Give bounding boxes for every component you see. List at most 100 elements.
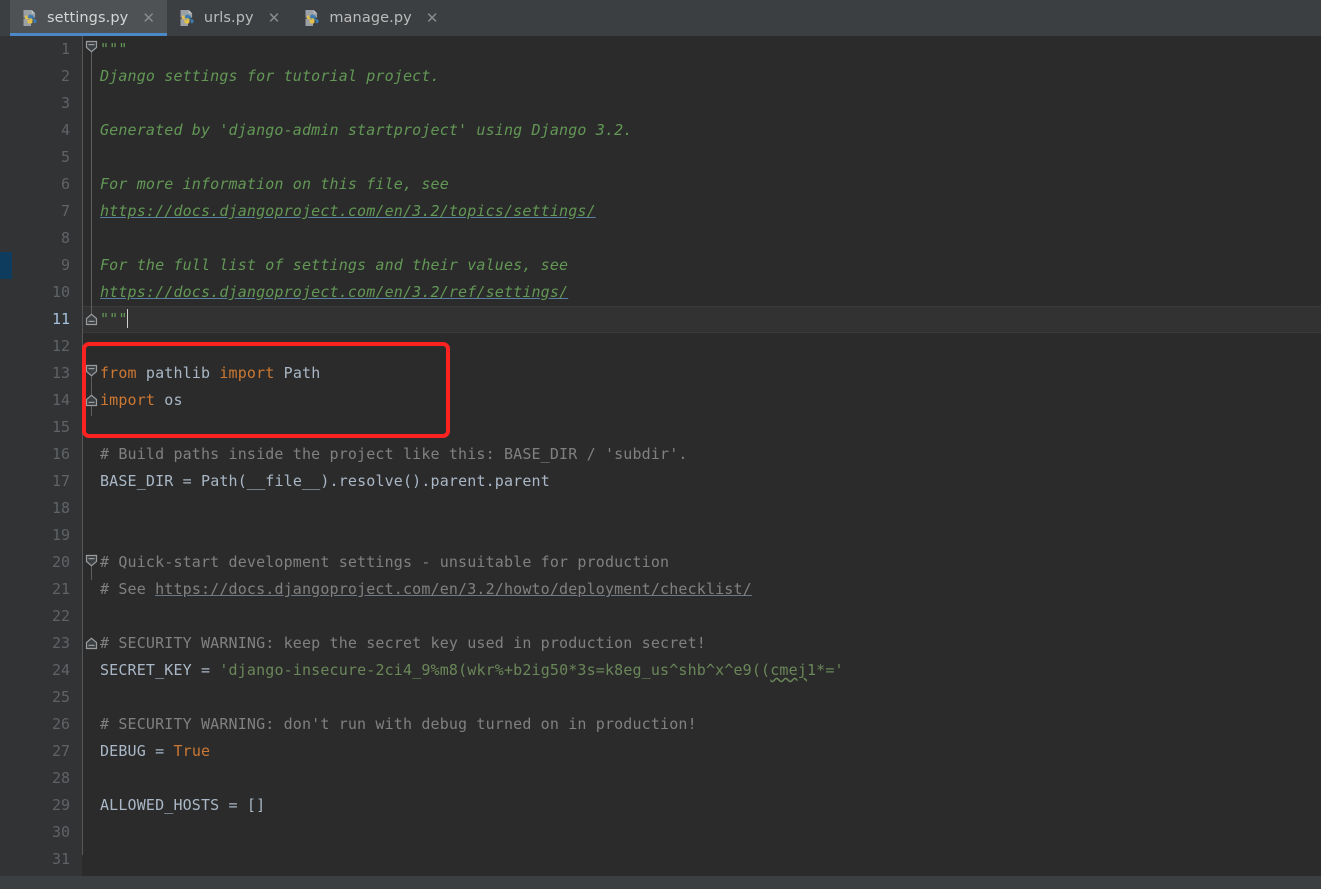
comment-security-secret-key: # SECURITY WARNING: keep the secret key … (100, 634, 706, 652)
vcs-marker-strip[interactable] (0, 36, 12, 889)
line-number: 25 (51, 688, 70, 706)
code-line-24[interactable]: SECRET_KEY = 'django-insecure-2ci4_9%m8(… (100, 657, 1321, 684)
code-line-8[interactable] (100, 225, 1321, 252)
code-line-17[interactable]: BASE_DIR = Path(__file__).resolve().pare… (100, 468, 1321, 495)
code-line-16[interactable]: # Build paths inside the project like th… (100, 441, 1321, 468)
code-line-15[interactable] (100, 414, 1321, 441)
docstring-text: Generated by 'django-admin startproject'… (100, 121, 633, 139)
keyword-import: import (100, 391, 156, 409)
keyword-from: from (100, 364, 137, 382)
line-number: 7 (60, 202, 70, 220)
code-line-22[interactable] (100, 603, 1321, 630)
secret-key-value-part1: 'django-inse (219, 661, 330, 679)
code-line-26[interactable]: # SECURITY WARNING: don't run with debug… (100, 711, 1321, 738)
comment-quick-start: # Quick-start development settings - uns… (100, 553, 670, 571)
line-number: 5 (60, 148, 70, 166)
tab-settings-py[interactable]: settings.py ✕ (10, 0, 167, 36)
line-number: 1 (60, 40, 70, 58)
operator-equals: = (201, 661, 211, 679)
line-number: 30 (51, 823, 70, 841)
line-number: 28 (51, 769, 70, 787)
imported-name-path: Path (283, 364, 321, 382)
code-line-29[interactable]: ALLOWED_HOSTS = [] (100, 792, 1321, 819)
line-number: 3 (60, 94, 70, 112)
code-line-9[interactable]: For the full list of settings and their … (100, 252, 1321, 279)
tab-label: manage.py (329, 10, 412, 26)
fold-collapse-icon[interactable] (85, 364, 98, 377)
code-line-4[interactable]: Generated by 'django-admin startproject'… (100, 117, 1321, 144)
code-line-31[interactable] (100, 846, 1321, 873)
horizontal-scrollbar[interactable] (0, 876, 1321, 889)
docstring-text: For the full list of settings and their … (100, 256, 569, 274)
code-content[interactable]: """ Django settings for tutorial project… (100, 36, 1321, 889)
docs-settings-link[interactable]: https://docs.djangoproject.com/en/3.2/to… (100, 202, 596, 220)
close-icon[interactable]: ✕ (136, 10, 157, 26)
code-line-11[interactable]: """ (100, 306, 1321, 333)
code-line-13[interactable]: from pathlib import Path (100, 360, 1321, 387)
code-line-10[interactable]: https://docs.djangoproject.com/en/3.2/re… (100, 279, 1321, 306)
close-icon[interactable]: ✕ (262, 10, 283, 26)
code-line-12[interactable] (100, 333, 1321, 360)
docstring-close: """ (100, 310, 128, 328)
code-line-2[interactable]: Django settings for tutorial project. (100, 63, 1321, 90)
deployment-checklist-link[interactable]: https://docs.djangoproject.com/en/3.2/ho… (155, 580, 752, 598)
python-file-icon (23, 10, 37, 26)
fold-collapse-end-icon[interactable] (85, 637, 98, 650)
line-number: 6 (60, 175, 70, 193)
code-folding-column[interactable] (83, 36, 100, 889)
line-number: 19 (51, 526, 70, 544)
code-line-5[interactable] (100, 144, 1321, 171)
var-allowed-hosts: ALLOWED_HOSTS (100, 796, 220, 814)
tab-label: settings.py (47, 10, 129, 26)
code-line-21[interactable]: # See https://docs.djangoproject.com/en/… (100, 576, 1321, 603)
line-number: 29 (51, 796, 70, 814)
tab-manage-py[interactable]: manage.py ✕ (292, 0, 451, 36)
secret-key-value-part2: cure-2ci4_9%m8(wkr%+b2ig50*3s=k8eg_us^sh… (329, 661, 771, 679)
code-line-3[interactable] (100, 90, 1321, 117)
line-number: 24 (51, 661, 70, 679)
vcs-change-marker[interactable] (0, 252, 12, 279)
code-line-30[interactable] (100, 819, 1321, 846)
code-line-6[interactable]: For more information on this file, see (100, 171, 1321, 198)
fold-collapse-end-icon[interactable] (85, 313, 98, 326)
scrollbar-left-corner (0, 876, 12, 889)
line-number: 8 (60, 229, 70, 247)
fold-collapse-icon[interactable] (85, 554, 98, 567)
code-line-28[interactable] (100, 765, 1321, 792)
line-number: 12 (51, 337, 70, 355)
code-line-19[interactable] (100, 522, 1321, 549)
docs-ref-settings-link[interactable]: https://docs.djangoproject.com/en/3.2/re… (100, 283, 568, 301)
module-os: os (164, 391, 183, 409)
line-number: 14 (51, 391, 70, 409)
line-number: 22 (51, 607, 70, 625)
code-line-25[interactable] (100, 684, 1321, 711)
secret-key-value-typo: cmej (770, 661, 807, 679)
keyword-import: import (219, 364, 275, 382)
code-line-14[interactable]: import os (100, 387, 1321, 414)
line-number: 23 (51, 634, 70, 652)
line-number: 2 (60, 67, 70, 85)
fold-collapse-icon[interactable] (85, 40, 98, 53)
line-number-gutter[interactable]: 1 2 3 4 5 6 7 8 9 10 11 12 13 14 15 16 1… (12, 36, 82, 889)
line-number: 26 (51, 715, 70, 733)
code-line-7[interactable]: https://docs.djangoproject.com/en/3.2/to… (100, 198, 1321, 225)
module-pathlib: pathlib (145, 364, 211, 382)
tab-urls-py[interactable]: urls.py ✕ (166, 0, 293, 36)
code-line-18[interactable] (100, 495, 1321, 522)
code-line-1[interactable]: """ (100, 36, 1321, 63)
operator-equals: = (182, 472, 192, 490)
code-line-27[interactable]: DEBUG = True (100, 738, 1321, 765)
code-editor[interactable]: 1 2 3 4 5 6 7 8 9 10 11 12 13 14 15 16 1… (0, 36, 1321, 889)
fold-collapse-end-icon[interactable] (85, 394, 98, 407)
fold-region-line (91, 49, 92, 321)
line-number: 27 (51, 742, 70, 760)
pycharm-editor-window: settings.py ✕ urls.py ✕ manage.py ✕ 1 2 … (0, 0, 1321, 889)
expr-base-dir-value: Path(__file__).resolve().parent.parent (201, 472, 550, 490)
close-icon[interactable]: ✕ (420, 10, 441, 26)
line-number: 9 (60, 256, 70, 274)
code-line-23[interactable]: # SECURITY WARNING: keep the secret key … (100, 630, 1321, 657)
line-number: 16 (51, 445, 70, 463)
text-caret (126, 309, 129, 328)
value-empty-list: [] (246, 796, 266, 814)
code-line-20[interactable]: # Quick-start development settings - uns… (100, 549, 1321, 576)
